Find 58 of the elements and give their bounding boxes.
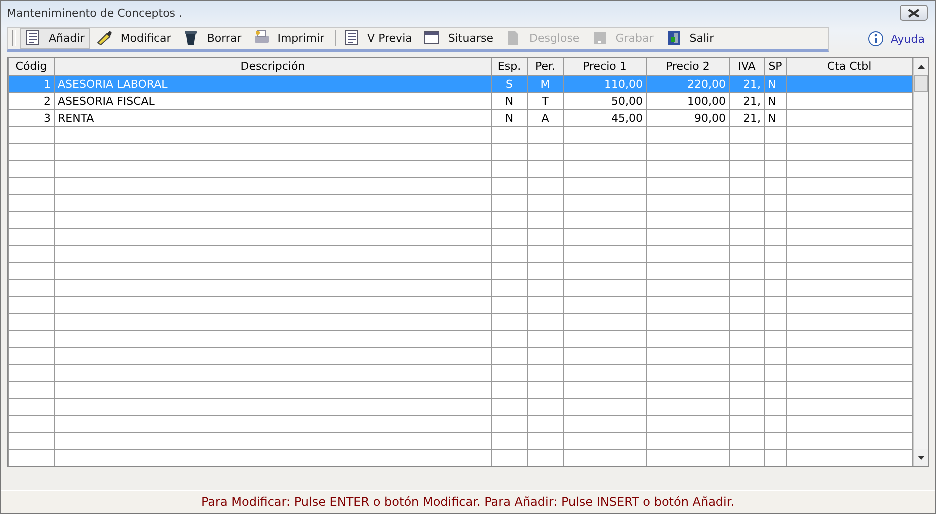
column-header[interactable]: SP <box>764 58 786 76</box>
table-cell: N <box>764 92 786 110</box>
table-row[interactable]: 3 RENTA N A 45,00 90,00 21, N <box>8 110 912 126</box>
table-cell: 1 <box>8 76 54 92</box>
column-header[interactable]: Precio 1 <box>564 58 646 76</box>
table-cell: 2 <box>8 92 54 110</box>
table-cell: T <box>528 92 564 110</box>
column-header[interactable]: Esp. <box>492 58 528 76</box>
column-header[interactable]: Cta Ctbl <box>786 58 912 76</box>
toolbar-button[interactable]: Modificar <box>92 28 176 48</box>
table-cell: 50,00 <box>564 92 646 110</box>
column-header[interactable]: Precio 2 <box>646 58 730 76</box>
scrollbar[interactable] <box>913 58 928 466</box>
column-header[interactable]: Descripción <box>54 58 492 76</box>
toolbar-button[interactable]: Borrar <box>178 28 247 48</box>
table-cell: 3 <box>8 110 54 126</box>
table-cell: N <box>492 92 528 110</box>
table-cell: A <box>528 110 564 126</box>
window-title: Manteniminento de Conceptos . <box>7 6 183 20</box>
table-cell: 90,00 <box>646 110 730 126</box>
table-cell: ASESORIA LABORAL <box>54 76 492 92</box>
table-cell: N <box>492 110 528 126</box>
table-cell: N <box>764 110 786 126</box>
table-cell: 21, <box>730 110 764 126</box>
column-header[interactable]: IVA <box>730 58 764 76</box>
column-header[interactable]: Per. <box>528 58 564 76</box>
table-cell: 100,00 <box>646 92 730 110</box>
trash-icon <box>183 30 200 46</box>
down-arrow-icon <box>918 456 924 460</box>
close-button[interactable] <box>900 5 928 21</box>
table-cell: S <box>492 76 528 92</box>
document-icon <box>344 30 360 46</box>
up-arrow-icon <box>918 64 924 68</box>
toolbar-button[interactable]: Imprimir <box>248 28 330 48</box>
door-icon <box>666 30 682 46</box>
table-cell: N <box>764 76 786 92</box>
table-cell: ASESORIA FISCAL <box>54 92 492 110</box>
column-header[interactable]: Códig <box>8 58 54 76</box>
table-cell: 21, <box>730 92 764 110</box>
table-row[interactable]: 2 ASESORIA FISCAL N T 50,00 100,00 21, N <box>8 92 912 110</box>
toolbar-button[interactable]: V Previa <box>338 28 418 48</box>
help-button[interactable]: Ayuda <box>864 31 929 47</box>
table-cell: 21, <box>730 76 764 92</box>
table-cell: 110,00 <box>564 76 646 92</box>
pencil-icon <box>96 30 113 46</box>
table-cell: 220,00 <box>646 76 730 92</box>
toolbar-button[interactable]: Añadir <box>20 28 90 48</box>
table-cell: M <box>528 76 564 92</box>
toolbar-button[interactable]: Salir <box>660 28 720 48</box>
table-cell: 45,00 <box>564 110 646 126</box>
window-icon <box>424 30 440 46</box>
info-icon <box>868 31 884 47</box>
document-icon <box>25 30 41 46</box>
close-icon <box>908 8 920 18</box>
table-cell: RENTA <box>54 110 492 126</box>
printer-icon <box>254 30 270 46</box>
toolbar-button[interactable]: Situarse <box>419 28 498 48</box>
scroll-thumb[interactable] <box>914 75 928 92</box>
